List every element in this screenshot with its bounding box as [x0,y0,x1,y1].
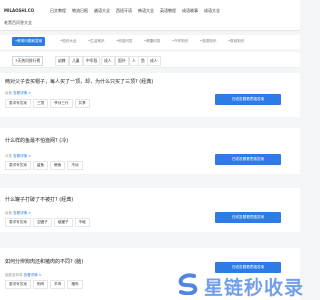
category-tab[interactable]: •生活常识 [88,39,105,44]
question-title[interactable]: 如何分辨狗肉还和猪肉的不同? (脑) [5,258,83,265]
answer-option[interactable]: 要求有答案 [5,218,31,227]
answer-button[interactable]: 在线答题看思路答案 [215,154,281,165]
filter-chip[interactable]: 成人 [101,56,115,66]
site-logo[interactable]: MILAOSHI.CO [4,8,34,13]
answer-option[interactable]: 鲸鱼 [50,161,66,170]
answer-option[interactable]: 爷孙三代 [50,99,73,108]
watermark-logo-icon [178,273,198,295]
filter-chip[interactable]: 成人 [147,56,161,66]
nav-link[interactable]: 物流日报 [72,8,88,14]
answer-option[interactable]: 羊肉 [50,280,66,289]
category-tab[interactable]: •旅游知识 [200,39,217,44]
answer-options: 要求有答案 鲨鱼 鲸鱼 不动 [5,161,85,170]
category-tab[interactable]: •财经知识 [228,39,245,44]
detail-link[interactable]: 查看详情 > [24,273,42,277]
answer-option[interactable]: 共享 [74,99,90,108]
answer-option[interactable]: 不动 [67,161,83,170]
answer-option[interactable]: 要求有答案 [5,161,31,170]
question-title[interactable]: 两对父子去买帽子，每人买了一顶，却，为什么只买了三顶? (经典) [5,78,153,85]
category-tab[interactable]: •知识大全 [60,39,77,44]
answer-options: 要求有答案 三顶 爷孙三代 共享 [5,99,92,108]
question-card: 什么罐子打破了不被打? (经典) 经典 查看详情 > 要求有答案 空罐子 破罐子… [0,188,300,232]
question-meta: 经典 查看详情 > [5,211,32,215]
question-meta: 经典 查看详情 > [5,91,32,95]
question-card: 两对父子去买帽子，每人买了一顶，却，为什么只买了三顶? (经典) 经典 查看详情… [0,73,300,117]
category-tab[interactable]: •科技问答 [116,39,133,44]
category-bar: •教育问题和答案 •知识大全 •生活常识 •科技问答 •健康问答 •汽车知识 •… [0,35,300,49]
answer-option[interactable]: 不破 [74,218,90,227]
detail-link[interactable]: 查看详情 > [13,91,31,95]
category-tab[interactable]: •汽车知识 [172,39,189,44]
nav-link[interactable]: 英语教程 [160,8,176,14]
filter-chip[interactable]: 幼教 [55,56,69,66]
question-meta: 脑筋急转弯 查看详情 > [5,273,42,277]
site-subtitle: 老黑百问答大全 [4,20,32,25]
detail-link[interactable]: 查看详情 > [13,211,31,215]
filter-chip[interactable]: 中学段 [83,56,101,66]
answer-option[interactable]: 要求有答案 [5,280,31,289]
nav-links: 日文教程 物流日报 越语大全 西班牙语 韩语大全 英语教程 成语故事 成语大全 [50,8,220,14]
question-title[interactable]: 什么罐子打破了不被打? (经典) [5,196,73,203]
question-title[interactable]: 什么样的鱼最不怕渔网? (冷) [5,137,68,144]
answer-option[interactable]: 空罐子 [32,218,52,227]
filter-bar: 7天热问排行榜 幼教 儿童 中学段 成人 国外 人 鱼 成人 [0,52,300,68]
filter-chip[interactable]: 国外 [115,56,129,66]
filter-chip[interactable]: 7天热问排行榜 [12,56,44,66]
answer-button[interactable]: 在线答题看思路答案 [215,212,281,223]
filter-chip[interactable]: 儿童 [69,56,83,66]
answer-options: 要求有答案 狗肉 羊肉 猪肉 [5,280,85,289]
answer-options: 要求有答案 空罐子 破罐子 不破 [5,218,92,227]
answer-button[interactable]: 在线答题看思路答案 [215,94,281,105]
watermark-text: 星链秒收录 [204,277,305,299]
nav-link[interactable]: 西班牙语 [116,8,132,14]
answer-option[interactable]: 狗肉 [32,280,49,289]
nav-link[interactable]: 成语大全 [204,8,220,14]
nav-link[interactable]: 成语故事 [182,8,198,14]
answer-option[interactable]: 猪肉 [67,280,83,289]
watermark: 星链秒收录 [176,272,303,299]
category-tab[interactable]: •教育问题和答案 [12,37,46,46]
question-card: 什么样的鱼最不怕渔网? (冷) 冷笑 查看详情 > 要求有答案 鲨鱼 鲸鱼 不动… [0,128,300,174]
answer-option[interactable]: 鲨鱼 [32,161,49,170]
top-navigation: MILAOSHI.CO 老黑百问答大全 日文教程 物流日报 越语大全 西班牙语 … [0,0,300,31]
nav-link[interactable]: 越语大全 [94,8,110,14]
category-tab[interactable]: •健康问答 [144,39,161,44]
detail-link[interactable]: 查看详情 > [13,154,31,158]
nav-link[interactable]: 日文教程 [50,8,66,14]
answer-option[interactable]: 三顶 [32,99,49,108]
answer-option[interactable]: 破罐子 [53,218,73,227]
nav-link[interactable]: 韩语大全 [138,8,154,14]
question-meta: 冷笑 查看详情 > [5,154,32,158]
answer-option[interactable]: 要求有答案 [5,99,31,108]
